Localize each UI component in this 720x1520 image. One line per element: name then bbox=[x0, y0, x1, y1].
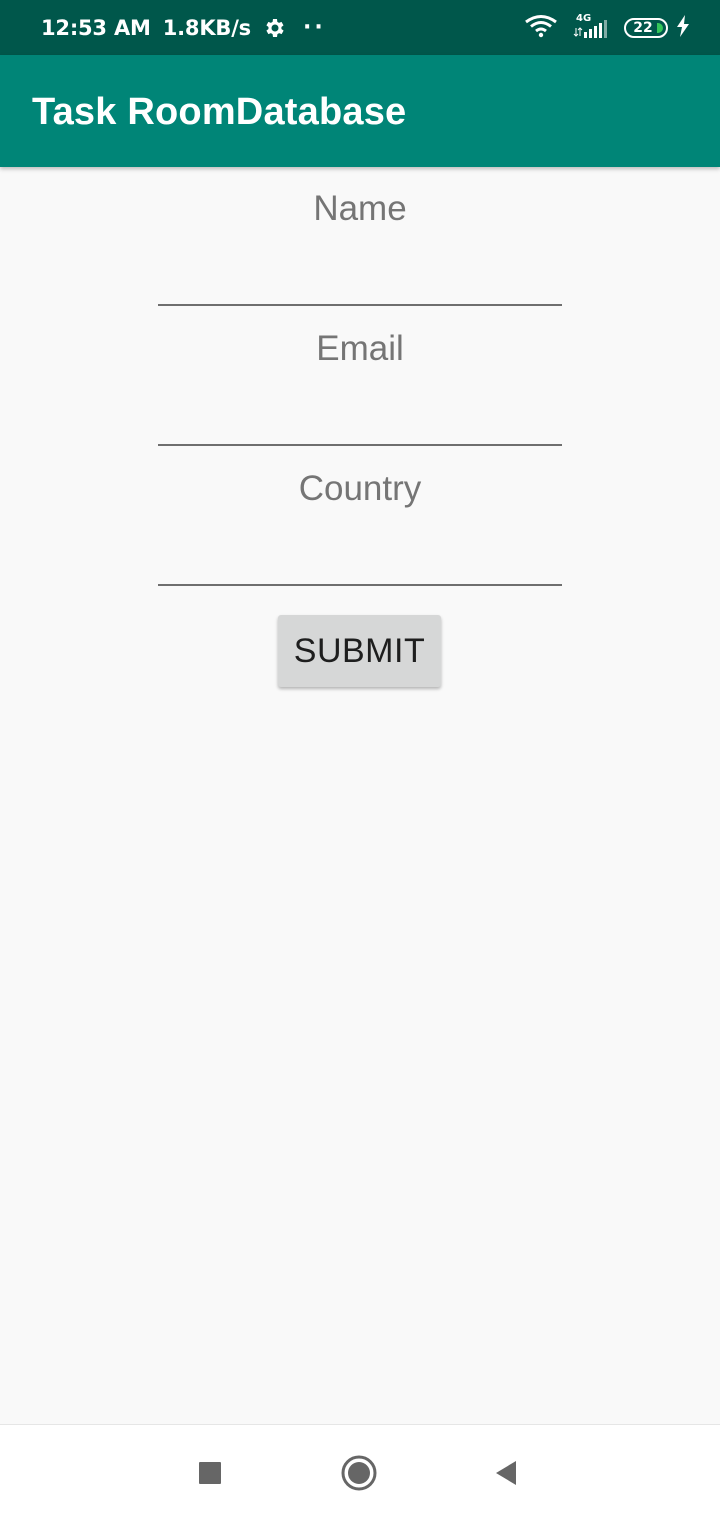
app-screen: 12:53 AM 1.8KB/s ·· 4G 22 Task RoomDatab… bbox=[0, 0, 720, 1520]
back-triangle-icon[interactable] bbox=[480, 1447, 532, 1499]
name-field-group: Name bbox=[158, 168, 562, 308]
status-right: 4G 22 bbox=[524, 0, 690, 55]
email-label: Email bbox=[316, 329, 404, 368]
country-label: Country bbox=[298, 469, 422, 508]
status-bar: 12:53 AM 1.8KB/s ·· 4G 22 bbox=[0, 0, 720, 55]
battery-fill bbox=[657, 22, 663, 33]
app-bar: Task RoomDatabase bbox=[0, 55, 720, 167]
name-label: Name bbox=[313, 189, 407, 228]
wifi-icon bbox=[524, 14, 558, 42]
country-field-group: Country bbox=[158, 448, 562, 588]
status-left: 12:53 AM 1.8KB/s ·· bbox=[41, 0, 326, 55]
app-title: Task RoomDatabase bbox=[32, 91, 407, 133]
charging-bolt-icon bbox=[676, 14, 690, 41]
cellular-signal-icon: 4G bbox=[572, 13, 610, 41]
status-time: 12:53 AM bbox=[41, 15, 151, 40]
battery-icon: 22 bbox=[624, 17, 668, 38]
email-input[interactable] bbox=[158, 368, 562, 446]
recents-square-icon[interactable] bbox=[184, 1447, 236, 1499]
submit-button[interactable]: SUBMIT bbox=[278, 615, 441, 687]
home-circle-icon[interactable] bbox=[333, 1447, 385, 1499]
notification-dots: ·· bbox=[302, 15, 326, 40]
navigation-bar bbox=[0, 1424, 720, 1520]
country-input[interactable] bbox=[158, 508, 562, 586]
gear-icon bbox=[263, 16, 287, 40]
status-network-speed: 1.8KB/s bbox=[162, 15, 251, 40]
email-field-group: Email bbox=[158, 308, 562, 448]
name-input[interactable] bbox=[158, 228, 562, 306]
battery-level: 22 bbox=[633, 19, 653, 36]
